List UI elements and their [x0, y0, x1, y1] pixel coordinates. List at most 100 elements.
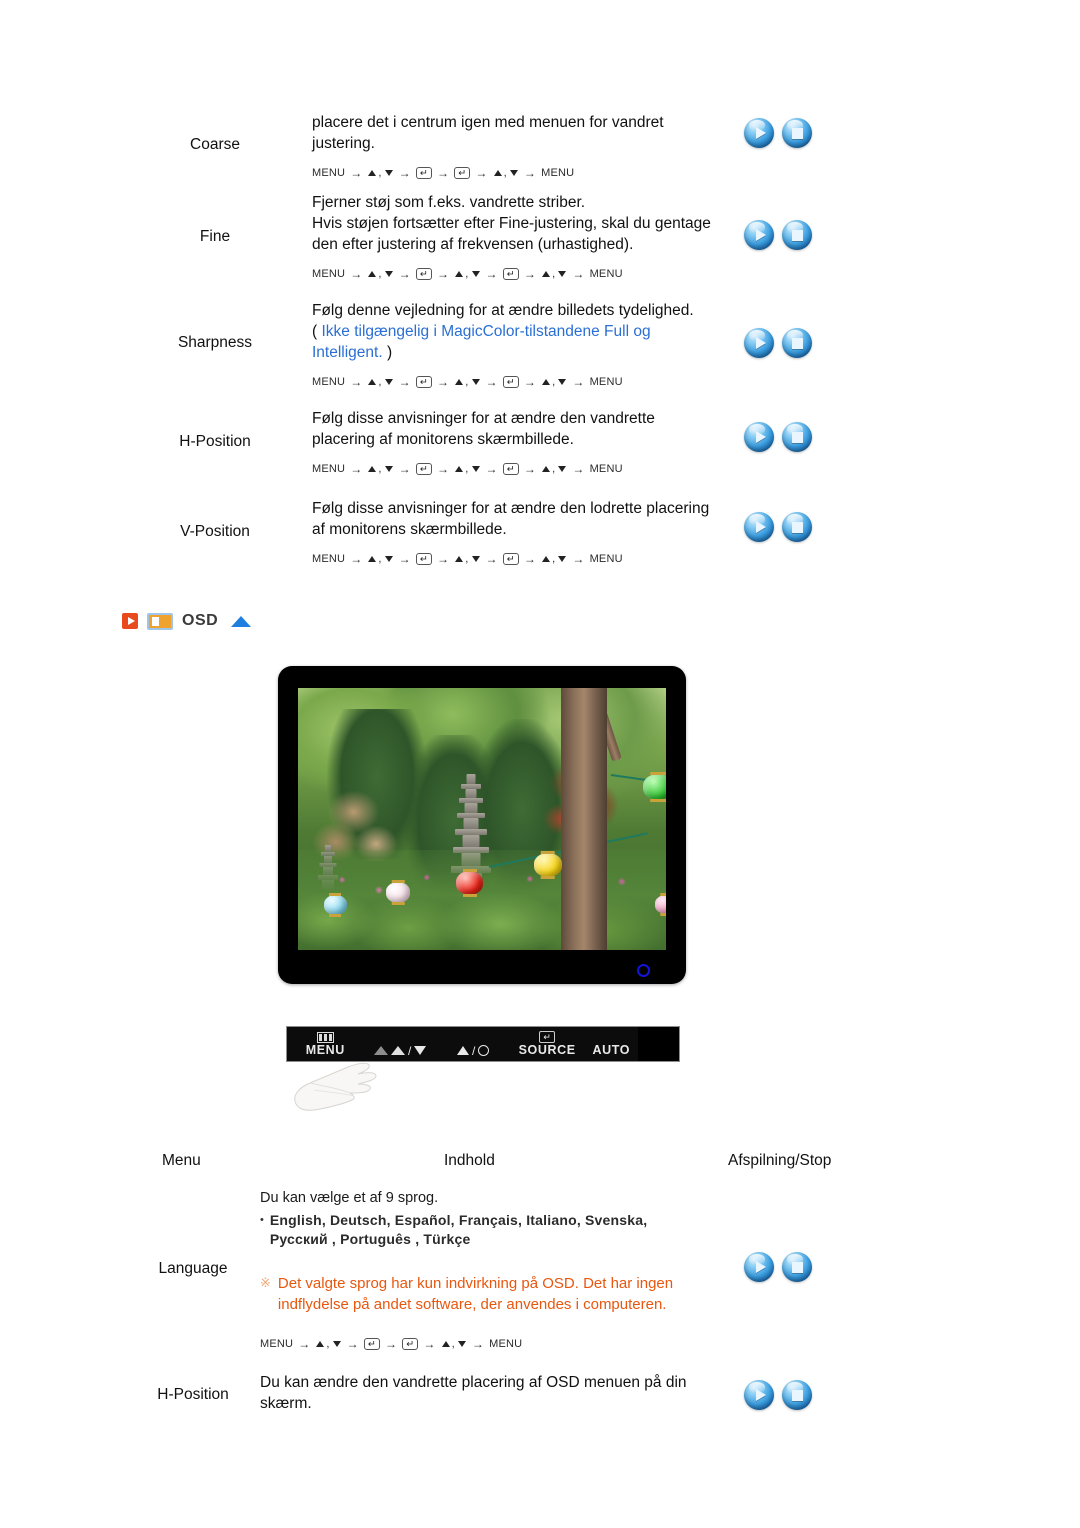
- warning-line1: Det valgte sprog har kun indvirkning på …: [277, 1275, 674, 1292]
- enter-key-icon: ↵: [502, 268, 519, 280]
- hpos-osd-line1: Du kan ændre den vandrette placering af …: [260, 1374, 687, 1391]
- triangle-down-icon: [558, 271, 567, 277]
- stop-button[interactable]: [782, 220, 812, 250]
- play-button[interactable]: [744, 118, 774, 148]
- nav-menu-end: MENU: [589, 463, 623, 475]
- playstop-pair-h-position-osd: [744, 1380, 812, 1410]
- sharpness-desc-line1: Følg denne vejledning for at ændre bille…: [312, 302, 694, 319]
- play-button[interactable]: [744, 220, 774, 250]
- lantern-red: [456, 871, 484, 896]
- menu-button[interactable]: MENU: [287, 1027, 364, 1061]
- stop-button[interactable]: [782, 422, 812, 452]
- auto-button-label: AUTO: [592, 1043, 631, 1057]
- column-header-menu: Menu: [162, 1152, 201, 1169]
- enter-key-icon: ↵: [415, 463, 433, 475]
- triangle-up-icon: [542, 271, 551, 277]
- stop-button[interactable]: [782, 512, 812, 542]
- play-button[interactable]: [744, 1380, 774, 1410]
- play-icon: [122, 613, 138, 629]
- triangle-up-icon: [542, 379, 551, 385]
- triangle-up-icon: [542, 556, 551, 562]
- triangle-up-icon: [455, 466, 464, 472]
- nav-menu-end: MENU: [589, 376, 623, 388]
- osd-section-header[interactable]: OSD: [122, 612, 252, 630]
- triangle-up-icon: [368, 466, 377, 472]
- power-button[interactable]: [638, 1027, 679, 1061]
- language-intro-text: Du kan vælge et af 9 sprog.: [260, 1190, 439, 1206]
- stop-icon: [791, 521, 803, 533]
- row-label-v-position: V-Position: [180, 523, 250, 540]
- triangle-down-icon: [384, 466, 393, 472]
- nav-menu-start: MENU: [312, 553, 346, 565]
- warning-line2: indflydelse på andet software, der anven…: [277, 1296, 667, 1313]
- triangle-up-icon: [455, 271, 464, 277]
- monitor-illustration: [278, 666, 686, 984]
- manual-page: Coarse placere det i centrum igen med me…: [0, 0, 1080, 1528]
- contrast-down-button[interactable]: /: [364, 1027, 437, 1061]
- nav-menu-start: MENU: [312, 463, 346, 475]
- triangle-up-icon: [542, 466, 551, 472]
- row-label-h-position: H-Position: [179, 433, 251, 450]
- nav-sequence-sharpness: MENU →, → ↵ →, → ↵ →, → MENU: [312, 375, 623, 389]
- stop-button[interactable]: [782, 328, 812, 358]
- monitor-button-bar: MENU / / ↵ SOURCE AUTO: [286, 1026, 680, 1062]
- play-icon: [755, 521, 766, 533]
- garden-photo: [298, 688, 666, 950]
- triangle-down-icon: [384, 271, 393, 277]
- column-header-playstop: Afspilning/Stop: [728, 1152, 832, 1169]
- coarse-desc-line1: placere det i centrum igen med menuen fo…: [312, 114, 664, 131]
- enter-key-icon: ↵: [415, 376, 433, 388]
- enter-key-icon: ↵: [502, 463, 519, 475]
- nav-menu-end: MENU: [589, 553, 623, 565]
- stop-button[interactable]: [782, 1252, 812, 1282]
- nav-sequence-language: MENU →, → ↵ → ↵ →, → MENU: [260, 1337, 523, 1351]
- tree-trunk: [561, 688, 608, 950]
- hpos-desc-line2: placering af monitorens skærmbillede.: [312, 431, 574, 448]
- nav-sequence-coarse: MENU →, → ↵ → ↵ →, → MENU: [312, 166, 575, 180]
- stop-button[interactable]: [782, 1380, 812, 1410]
- play-button[interactable]: [744, 422, 774, 452]
- enter-key-icon: ↵: [415, 167, 433, 179]
- play-button[interactable]: [744, 328, 774, 358]
- triangle-down-icon: [558, 556, 567, 562]
- column-header-content: Indhold: [444, 1152, 495, 1169]
- bullet-icon: •: [260, 1214, 264, 1226]
- triangle-up-icon: [455, 379, 464, 385]
- nav-menu-start: MENU: [312, 268, 346, 280]
- triangle-up-icon: [368, 170, 377, 176]
- row-label-sharpness: Sharpness: [177, 334, 253, 351]
- play-button[interactable]: [744, 1252, 774, 1282]
- nav-menu-start: MENU: [312, 376, 346, 388]
- play-button[interactable]: [744, 512, 774, 542]
- brightness-up-button[interactable]: /: [437, 1027, 510, 1061]
- auto-button[interactable]: AUTO: [585, 1027, 638, 1061]
- note-close-paren: ): [382, 344, 393, 361]
- triangle-down-icon: [471, 271, 480, 277]
- sharpness-note-line2: Intelligent.: [312, 344, 383, 361]
- row-label-fine: Fine: [199, 228, 231, 245]
- enter-key-icon: ↵: [502, 376, 519, 388]
- nav-menu-end: MENU: [541, 167, 575, 179]
- enter-key-icon: ↵: [402, 1338, 419, 1350]
- stop-button[interactable]: [782, 118, 812, 148]
- triangle-up-icon[interactable]: [231, 615, 252, 627]
- triangle-down-icon: [471, 379, 480, 385]
- triangle-down-icon: [457, 1341, 466, 1347]
- nav-menu-start: MENU: [260, 1338, 294, 1350]
- hpos-osd-line2: skærm.: [260, 1395, 312, 1412]
- stop-icon: [791, 127, 803, 139]
- fine-desc-line3: den efter justering af frekvensen (urhas…: [312, 236, 634, 253]
- nav-menu-start: MENU: [312, 167, 346, 179]
- contrast-down-icon: /: [373, 1044, 427, 1058]
- nav-sequence-fine: MENU →, → ↵ →, → ↵ →, → MENU: [312, 267, 623, 281]
- triangle-down-icon: [332, 1341, 341, 1347]
- stop-icon: [791, 337, 803, 349]
- lantern-blue: [323, 894, 347, 915]
- triangle-up-icon: [316, 1341, 325, 1347]
- enter-key-icon: ↵: [454, 167, 471, 179]
- play-icon: [755, 431, 766, 443]
- source-button[interactable]: ↵ SOURCE: [510, 1027, 585, 1061]
- fine-desc-line2: Hvis støjen fortsætter efter Fine-juster…: [312, 215, 711, 232]
- vpos-desc-line2: af monitorens skærmbillede.: [312, 521, 507, 538]
- playstop-pair-v-position: [744, 512, 812, 542]
